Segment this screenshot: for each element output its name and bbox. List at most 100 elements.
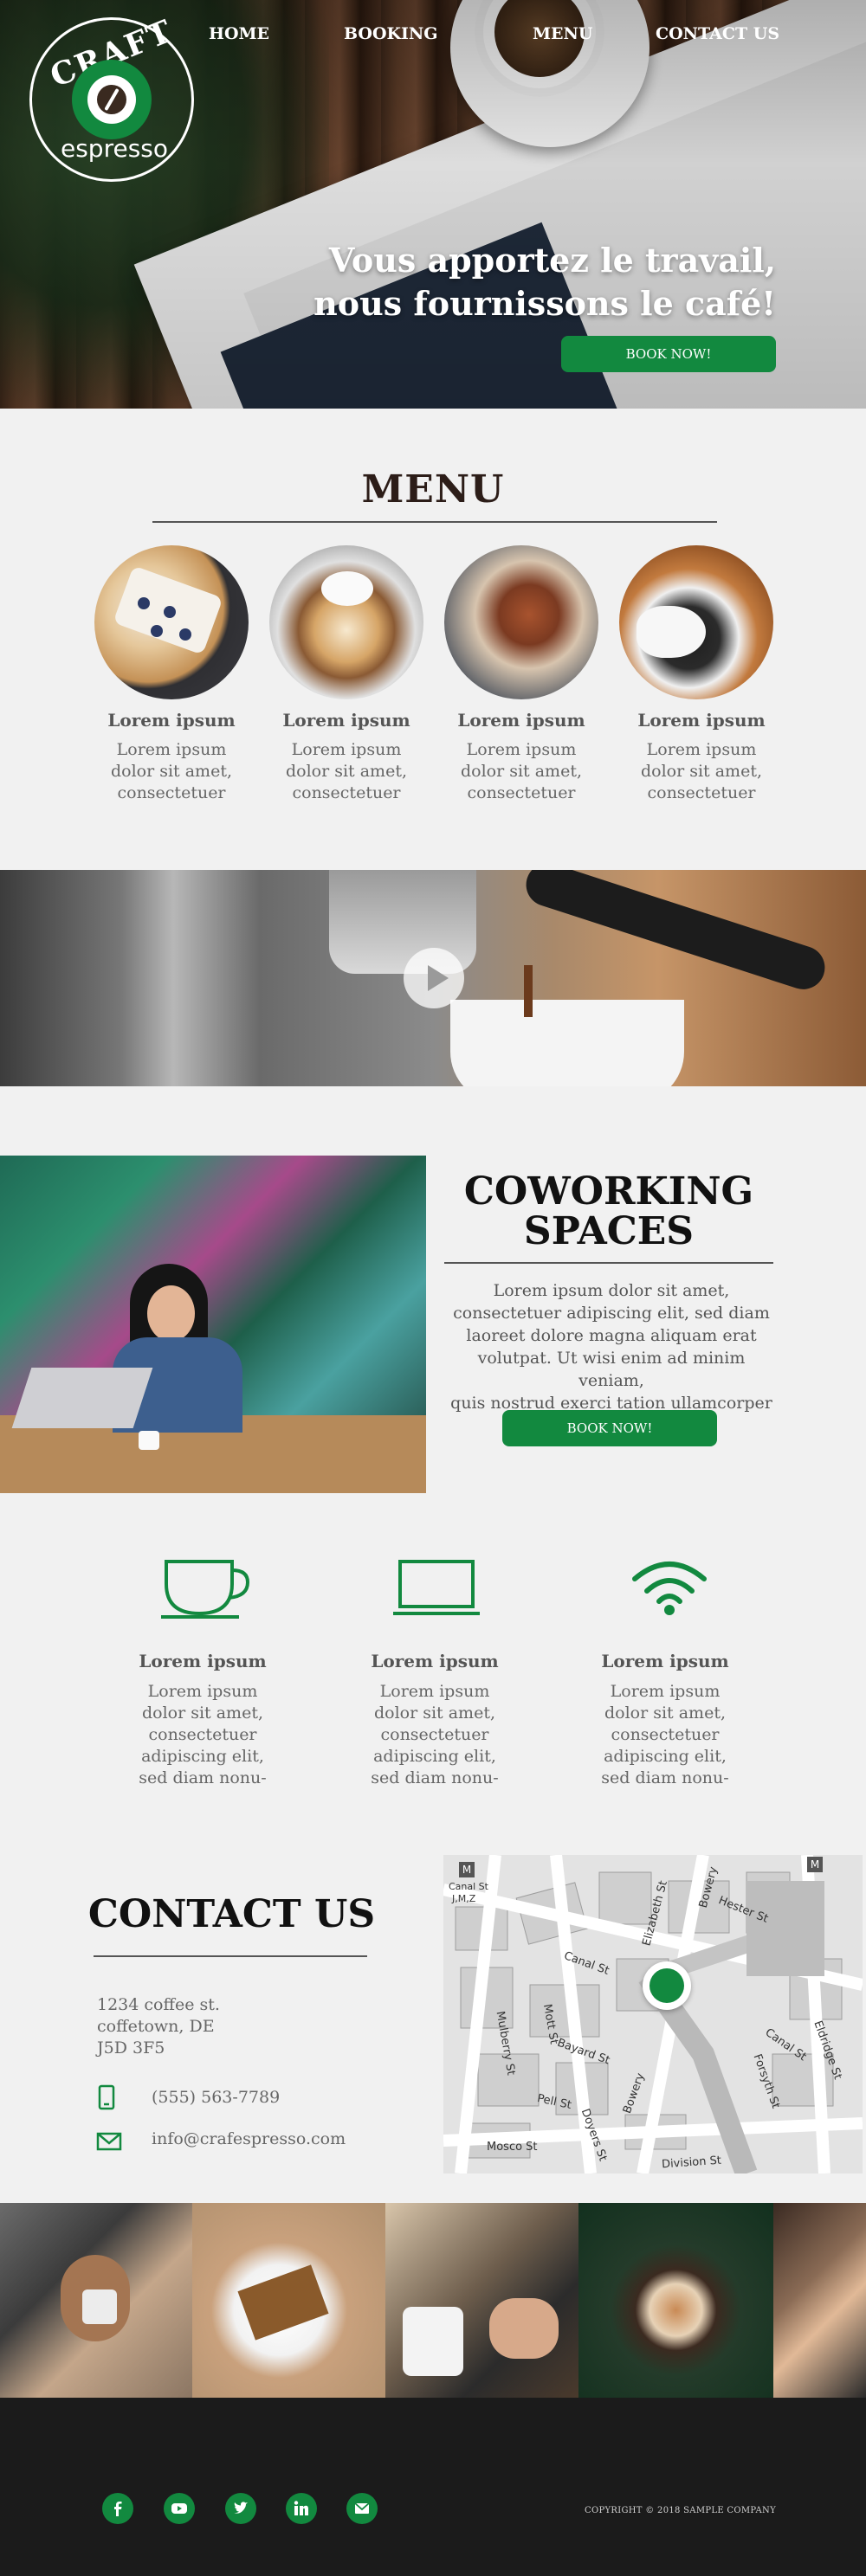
menu-item-name: Lorem ipsum bbox=[107, 710, 236, 731]
contact-email[interactable]: info@crafespresso.com bbox=[152, 2128, 346, 2150]
menu-section-title: MENU bbox=[361, 467, 505, 512]
menu-item-desc-line: Lorem ipsum bbox=[466, 740, 577, 759]
coworking-description: Lorem ipsum dolor sit amet, consectetuer… bbox=[449, 1279, 774, 1414]
address-line: 1234 coffee st. bbox=[97, 1995, 220, 2014]
footer-copyright: COPYRIGHT © 2018 SAMPLE COMPANY bbox=[585, 2506, 776, 2515]
wifi-icon bbox=[632, 1562, 707, 1615]
menu-item-desc-line: Lorem ipsum bbox=[116, 740, 227, 759]
menu-item-desc-line: Lorem ipsum bbox=[291, 740, 402, 759]
hero-headline: Vous apportez le travail, nous fournisso… bbox=[260, 239, 776, 325]
feature-desc-line: consectetuer bbox=[611, 1725, 720, 1744]
feature-desc-line: Lorem ipsum bbox=[610, 1682, 721, 1701]
strip-photo-mug bbox=[82, 2289, 117, 2324]
contact-title-divider bbox=[94, 1955, 367, 1957]
strip-photo-latte-plants bbox=[578, 2203, 773, 2398]
facebook-link[interactable] bbox=[102, 2493, 133, 2524]
feature-title: Lorem ipsum bbox=[139, 1651, 267, 1671]
email-icon bbox=[354, 2502, 370, 2514]
coworking-laptop bbox=[11, 1368, 153, 1428]
feature-desc-line: adipiscing elit, bbox=[141, 1747, 264, 1766]
coworking-text-line: consectetuer adipiscing elit, sed diam bbox=[453, 1304, 770, 1323]
coworking-title-line1: COWORKING bbox=[463, 1169, 754, 1214]
menu-item-desc-line: dolor sit amet, bbox=[110, 762, 232, 781]
contact-address: 1234 coffee st. coffetown, DE J5D 3F5 bbox=[97, 1994, 220, 2059]
menu-item-name: Lorem ipsum bbox=[282, 710, 410, 731]
menu-item-name: Lorem ipsum bbox=[457, 710, 585, 731]
subway-lines-label: J,M,Z bbox=[452, 1893, 476, 1904]
strip-photo-hand bbox=[489, 2298, 559, 2359]
coworking-title: COWORKING SPACES bbox=[444, 1172, 773, 1252]
map-label-canal: Canal St bbox=[449, 1881, 488, 1892]
address-line: coffetown, DE bbox=[97, 2017, 215, 2036]
menu-item-name: Lorem ipsum bbox=[637, 710, 766, 731]
play-icon bbox=[428, 965, 449, 991]
feature-desc-line: consectetuer bbox=[148, 1725, 257, 1744]
location-map[interactable]: M Canal St J,M,Z M Canal St Hester St El… bbox=[443, 1855, 863, 2174]
coworking-title-divider bbox=[444, 1262, 773, 1264]
brand-logo[interactable]: CRAFT espresso bbox=[29, 13, 194, 182]
coworking-book-now-button[interactable]: BOOK NOW! bbox=[502, 1410, 717, 1446]
feature-desc-line: adipiscing elit, bbox=[604, 1747, 727, 1766]
menu-item-desc-line: consectetuer bbox=[467, 783, 576, 802]
email-link[interactable] bbox=[346, 2493, 378, 2524]
twitter-icon bbox=[234, 2502, 248, 2514]
menu-item-desc-line: dolor sit amet, bbox=[285, 762, 407, 781]
linkedin-link[interactable] bbox=[286, 2493, 317, 2524]
feature-desc-line: sed diam nonu- bbox=[371, 1768, 499, 1787]
menu-item-desc: Lorem ipsum dolor sit amet, consectetuer bbox=[255, 739, 437, 804]
menu-image-pastry[interactable] bbox=[444, 545, 598, 699]
twitter-link[interactable] bbox=[225, 2493, 256, 2524]
coworking-image bbox=[0, 1156, 426, 1493]
strip-photo-enamel-mug bbox=[403, 2307, 463, 2376]
menu-blueberry bbox=[138, 597, 150, 609]
menu-title-divider bbox=[152, 521, 717, 523]
youtube-icon bbox=[171, 2503, 187, 2514]
feature-title: Lorem ipsum bbox=[371, 1651, 499, 1671]
menu-milk-jug bbox=[637, 606, 706, 658]
nav-booking[interactable]: BOOKING bbox=[344, 24, 438, 43]
menu-item-desc: Lorem ipsum dolor sit amet, consectetuer bbox=[81, 739, 262, 804]
menu-latte-foam bbox=[321, 571, 373, 606]
feature-desc-line: consectetuer bbox=[380, 1725, 489, 1744]
menu-item-desc: Lorem ipsum dolor sit amet, consectetuer bbox=[611, 739, 792, 804]
coffee-cup-icon bbox=[161, 1560, 250, 1619]
address-line: J5D 3F5 bbox=[97, 2038, 165, 2058]
feature-description: Lorem ipsum dolor sit amet, consectetuer… bbox=[107, 1681, 298, 1789]
strip-photo-woman-coffee bbox=[0, 2203, 192, 2398]
map-label-mosco: Mosco St bbox=[487, 2141, 538, 2154]
feature-description: Lorem ipsum dolor sit amet, consectetuer… bbox=[570, 1681, 760, 1789]
nav-home[interactable]: HOME bbox=[209, 24, 269, 43]
hero-banner: CRAFT espresso HOME BOOKING MENU CONTACT… bbox=[0, 0, 866, 409]
coworking-text-line: volutpat. Ut wisi enim ad minim veniam, bbox=[477, 1349, 746, 1390]
menu-item-desc-line: consectetuer bbox=[292, 783, 401, 802]
menu-item-desc-line: dolor sit amet, bbox=[640, 762, 762, 781]
menu-image-milk-pour[interactable] bbox=[619, 545, 773, 699]
feature-desc-line: dolor sit amet, bbox=[141, 1703, 263, 1723]
youtube-link[interactable] bbox=[164, 2493, 195, 2524]
menu-item-desc-line: dolor sit amet, bbox=[460, 762, 582, 781]
nav-contact[interactable]: CONTACT US bbox=[656, 24, 779, 43]
menu-blueberry bbox=[179, 628, 191, 641]
video-espresso-stream bbox=[524, 965, 533, 1017]
map-location-pin[interactable] bbox=[643, 1961, 691, 2010]
video-play-button[interactable] bbox=[404, 948, 464, 1008]
strip-photo-writing bbox=[385, 2203, 578, 2398]
feature-desc-line: Lorem ipsum bbox=[379, 1682, 490, 1701]
coworking-text-line: Lorem ipsum dolor sit amet, bbox=[493, 1281, 730, 1300]
menu-blueberry bbox=[164, 606, 176, 618]
menu-item-desc-line: Lorem ipsum bbox=[646, 740, 757, 759]
menu-image-latte[interactable] bbox=[269, 545, 423, 699]
menu-item-desc-line: consectetuer bbox=[117, 783, 226, 802]
nav-menu[interactable]: MENU bbox=[533, 24, 592, 43]
menu-item-desc-line: consectetuer bbox=[647, 783, 756, 802]
coworking-text-line: laoreet dolore magna aliquam erat bbox=[466, 1326, 757, 1345]
logo-word-espresso: espresso bbox=[60, 134, 169, 163]
video-banner[interactable] bbox=[0, 870, 866, 1086]
feature-desc-line: Lorem ipsum bbox=[147, 1682, 258, 1701]
video-cup bbox=[450, 1000, 684, 1086]
hero-book-now-button[interactable]: BOOK NOW! bbox=[561, 336, 776, 372]
menu-image-waffles[interactable] bbox=[94, 545, 249, 699]
menu-item-desc: Lorem ipsum dolor sit amet, consectetuer bbox=[430, 739, 612, 804]
contact-title: CONTACT US bbox=[87, 1892, 376, 1936]
contact-phone[interactable]: (555) 563-7789 bbox=[152, 2087, 280, 2109]
